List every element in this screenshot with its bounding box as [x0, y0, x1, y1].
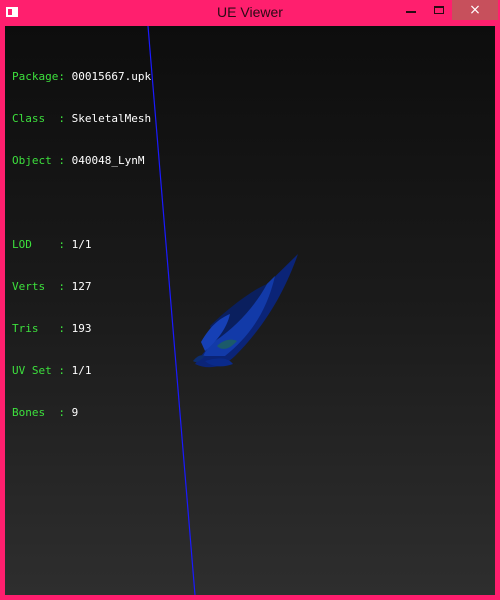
app-window: UE Viewer × Package: 00015667.upk Class …	[0, 0, 500, 600]
info-value: 1/1	[71, 238, 92, 251]
info-label: Package:	[12, 70, 72, 83]
mesh-model	[193, 254, 298, 368]
info-label: Bones :	[12, 406, 72, 419]
info-value: 9	[71, 406, 79, 419]
info-package-row: Package: 00015667.upk	[12, 70, 151, 84]
title-bar[interactable]: UE Viewer ×	[0, 0, 500, 26]
info-label: Verts :	[12, 280, 72, 293]
info-value: 00015667.upk	[71, 70, 152, 83]
info-bones-row: Bones : 9	[12, 406, 151, 420]
info-value: SkeletalMesh	[71, 112, 152, 125]
info-lod-row: LOD : 1/1	[12, 238, 151, 252]
maximize-button[interactable]	[426, 0, 452, 20]
info-value: 040048_LynM	[71, 154, 145, 167]
info-label: Class :	[12, 112, 72, 125]
mesh-info-panel: Package: 00015667.upk Class : SkeletalMe…	[12, 42, 151, 448]
info-label: Tris :	[12, 322, 72, 335]
minimize-button[interactable]	[396, 0, 426, 20]
info-label: Object :	[12, 154, 72, 167]
info-label: LOD :	[12, 238, 72, 251]
info-object-row: Object : 040048_LynM	[12, 154, 151, 168]
info-verts-row: Verts : 127	[12, 280, 151, 294]
info-tris-row: Tris : 193	[12, 322, 151, 336]
axis-line	[147, 26, 196, 595]
3d-viewport[interactable]: Package: 00015667.upk Class : SkeletalMe…	[5, 26, 495, 595]
info-value: 1/1	[71, 364, 92, 377]
minimize-icon	[406, 11, 416, 13]
info-label: UV Set :	[12, 364, 72, 377]
close-button[interactable]: ×	[452, 0, 498, 20]
info-class-row: Class : SkeletalMesh	[12, 112, 151, 126]
info-value: 193	[71, 322, 92, 335]
info-value: 127	[71, 280, 92, 293]
maximize-icon	[434, 6, 444, 14]
info-uvset-row: UV Set : 1/1	[12, 364, 151, 378]
close-icon: ×	[469, 2, 481, 18]
